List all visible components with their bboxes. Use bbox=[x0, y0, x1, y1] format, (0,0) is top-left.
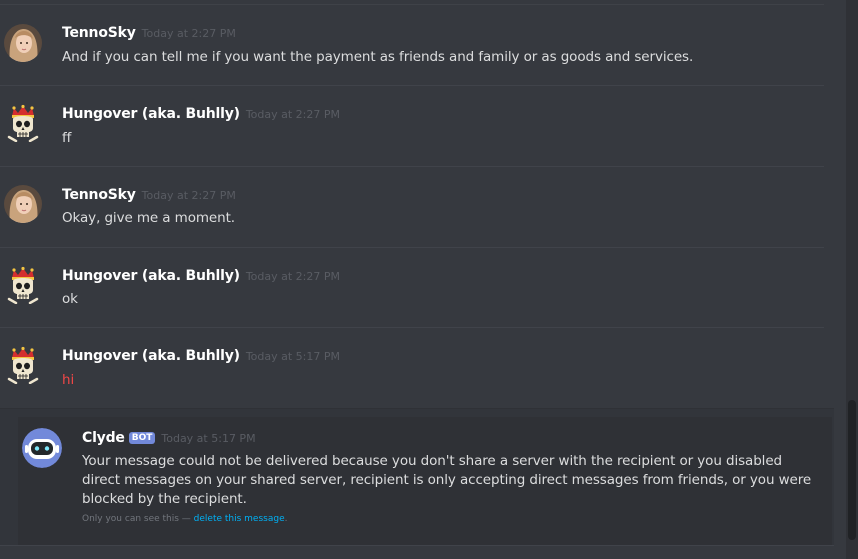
message-timestamp: Today at 2:27 PM bbox=[141, 189, 236, 202]
message-group[interactable]: Hungover (aka. Buhlly) Today at 5:17 PM h… bbox=[0, 327, 824, 408]
ephemeral-note-text: Only you can see this — bbox=[82, 514, 194, 524]
message-content: hi bbox=[62, 372, 75, 388]
message-timestamp: Today at 5:17 PM bbox=[161, 432, 256, 445]
clyde-ephemeral-message[interactable]: Clyde BOT Today at 5:17 PM Your message co… bbox=[0, 408, 834, 546]
avatar[interactable] bbox=[22, 428, 62, 468]
message-author[interactable]: Clyde BOT Today at 5:17 PM bbox=[82, 430, 256, 446]
message-timestamp: Today at 2:27 PM bbox=[245, 108, 340, 121]
message-content: ok bbox=[62, 291, 78, 307]
bot-badge: BOT bbox=[128, 432, 156, 444]
crowned-skull-icon bbox=[4, 266, 42, 304]
avatar[interactable] bbox=[4, 346, 42, 384]
scrollbar-thumb[interactable] bbox=[848, 400, 856, 540]
message-timestamp: Today at 5:17 PM bbox=[245, 350, 340, 363]
divider bbox=[0, 545, 834, 546]
author-name[interactable]: Hungover (aka. Buhlly) bbox=[62, 348, 240, 364]
delete-message-link[interactable]: delete this message bbox=[194, 514, 285, 524]
message-content: ff bbox=[62, 130, 72, 146]
message-author[interactable]: Hungover (aka. Buhlly) Today at 2:27 PM bbox=[62, 106, 340, 122]
author-name[interactable]: Hungover (aka. Buhlly) bbox=[62, 106, 240, 122]
message-group[interactable]: TennoSky Today at 2:27 PM Okay, give me a… bbox=[0, 166, 824, 247]
message-group[interactable]: TennoSky Today at 2:27 PM And if you can … bbox=[0, 4, 824, 85]
avatar[interactable] bbox=[4, 24, 42, 62]
author-name[interactable]: Hungover (aka. Buhlly) bbox=[62, 268, 240, 284]
message-author[interactable]: Hungover (aka. Buhlly) Today at 2:27 PM bbox=[62, 268, 340, 284]
scrollbar-track[interactable] bbox=[846, 0, 858, 559]
message-content: And if you can tell me if you want the p… bbox=[62, 49, 694, 65]
message-group[interactable]: Hungover (aka. Buhlly) Today at 2:27 PM f… bbox=[0, 85, 824, 167]
ephemeral-note-suffix: . bbox=[284, 514, 288, 524]
clyde-robot-icon bbox=[22, 428, 62, 468]
message-author[interactable]: Hungover (aka. Buhlly) Today at 5:17 PM bbox=[62, 348, 340, 364]
message-content: Your message could not be delivered beca… bbox=[82, 453, 812, 507]
message-author[interactable]: TennoSky Today at 2:27 PM bbox=[62, 25, 236, 41]
message-feed[interactable]: TennoSky Today at 2:27 PM And if you can … bbox=[0, 0, 846, 559]
avatar-photo-icon bbox=[4, 24, 42, 62]
author-name[interactable]: TennoSky bbox=[62, 187, 136, 203]
message-group[interactable]: Hungover (aka. Buhlly) Today at 2:27 PM o… bbox=[0, 247, 824, 328]
avatar[interactable] bbox=[4, 185, 42, 223]
message-timestamp: Today at 2:27 PM bbox=[141, 27, 236, 40]
avatar[interactable] bbox=[4, 266, 42, 304]
author-name[interactable]: Clyde bbox=[82, 430, 125, 446]
message-content: Okay, give me a moment. bbox=[62, 210, 235, 226]
author-name[interactable]: TennoSky bbox=[62, 25, 136, 41]
avatar-photo-icon bbox=[4, 185, 42, 223]
ephemeral-note: Only you can see this — delete this mess… bbox=[82, 514, 288, 524]
message-timestamp: Today at 2:27 PM bbox=[245, 270, 340, 283]
avatar[interactable] bbox=[4, 104, 42, 142]
crowned-skull-icon bbox=[4, 346, 42, 384]
crowned-skull-icon bbox=[4, 104, 42, 142]
message-author[interactable]: TennoSky Today at 2:27 PM bbox=[62, 187, 236, 203]
